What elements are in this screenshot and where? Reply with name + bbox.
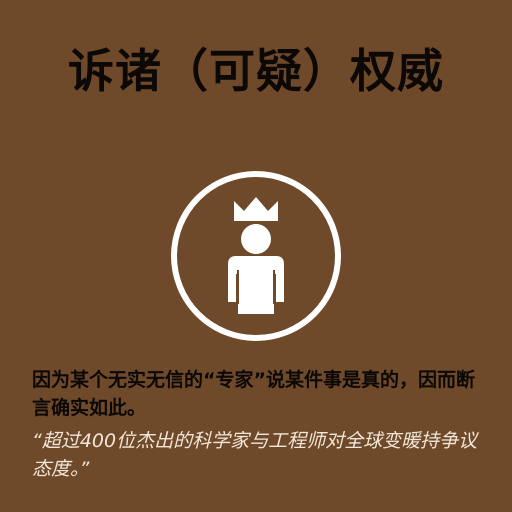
fallacy-definition: 因为某个无实无信的“专家”说某件事是真的，因而断言确实如此。	[32, 369, 475, 419]
crowned-person-icon	[170, 170, 342, 342]
fallacy-example: “超过400位杰出的科学家与工程师对全球变暖持争议态度。”	[32, 430, 478, 480]
card-title: 诉诸（可疑）权威	[68, 44, 444, 98]
fallacy-card: 诉诸（可疑）权威 因为某个无实无信的“专家”说某件事是真的，因而断言确实如此。 …	[0, 0, 512, 512]
